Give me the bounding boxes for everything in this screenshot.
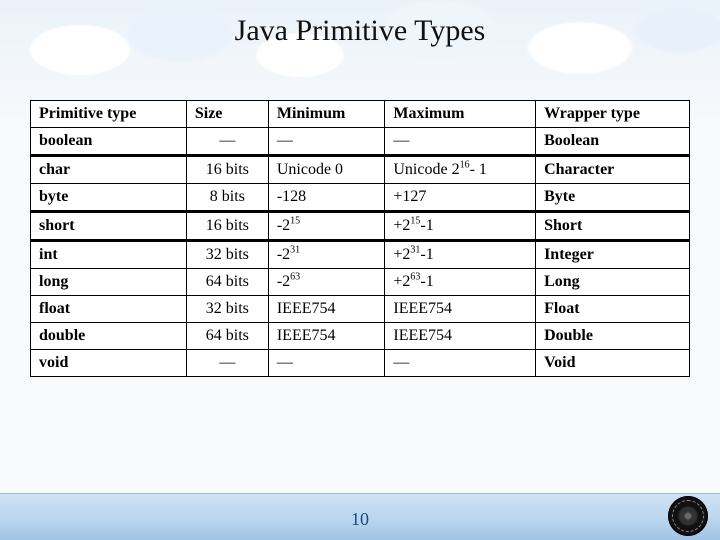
- cell-size: 64 bits: [186, 269, 268, 296]
- header-size: Size: [186, 101, 268, 128]
- cell-wrapper: Byte: [536, 184, 690, 212]
- cell-wrapper: Void: [536, 350, 690, 377]
- cell-size: 16 bits: [186, 213, 268, 241]
- cell-size: 32 bits: [186, 296, 268, 323]
- table-body: boolean———Booleanchar16 bitsUnicode 0Uni…: [31, 128, 690, 377]
- table-row: byte8 bits-128+127Byte: [31, 184, 690, 212]
- cell-type: long: [31, 269, 187, 296]
- slide: Java Primitive Types Primitive type Size…: [0, 0, 720, 540]
- cell-type: byte: [31, 184, 187, 212]
- header-primitive-type: Primitive type: [31, 101, 187, 128]
- cell-min: Unicode 0: [268, 157, 385, 184]
- cell-max: Unicode 216- 1: [385, 157, 536, 184]
- cell-wrapper: Float: [536, 296, 690, 323]
- table-row: boolean———Boolean: [31, 128, 690, 156]
- cell-type: short: [31, 213, 187, 241]
- cell-max: +263-1: [385, 269, 536, 296]
- primitive-types-table: Primitive type Size Minimum Maximum Wrap…: [30, 100, 690, 377]
- table-row: long64 bits-263+263-1Long: [31, 269, 690, 296]
- cell-max: +215-1: [385, 213, 536, 241]
- cell-min: -128: [268, 184, 385, 212]
- cell-size: —: [186, 128, 268, 156]
- header-wrapper-type: Wrapper type: [536, 101, 690, 128]
- cell-size: 32 bits: [186, 242, 268, 269]
- cell-max: IEEE754: [385, 323, 536, 350]
- table-row: double64 bitsIEEE754IEEE754Double: [31, 323, 690, 350]
- cell-size: 64 bits: [186, 323, 268, 350]
- cell-type: double: [31, 323, 187, 350]
- cell-wrapper: Boolean: [536, 128, 690, 156]
- table-row: float32 bitsIEEE754IEEE754Float: [31, 296, 690, 323]
- cell-min: -215: [268, 213, 385, 241]
- cell-min: -231: [268, 242, 385, 269]
- primitive-types-table-wrap: Primitive type Size Minimum Maximum Wrap…: [30, 100, 690, 377]
- cell-min: IEEE754: [268, 323, 385, 350]
- cell-type: char: [31, 157, 187, 184]
- cell-wrapper: Integer: [536, 242, 690, 269]
- cell-size: —: [186, 350, 268, 377]
- slide-title: Java Primitive Types: [0, 14, 720, 48]
- cell-wrapper: Long: [536, 269, 690, 296]
- header-maximum: Maximum: [385, 101, 536, 128]
- cell-wrapper: Short: [536, 213, 690, 241]
- cell-max: IEEE754: [385, 296, 536, 323]
- cell-type: int: [31, 242, 187, 269]
- page-number: 10: [0, 509, 720, 530]
- cell-wrapper: Character: [536, 157, 690, 184]
- cell-size: 16 bits: [186, 157, 268, 184]
- cell-max: +127: [385, 184, 536, 212]
- cell-min: IEEE754: [268, 296, 385, 323]
- cell-min: -263: [268, 269, 385, 296]
- cell-max: +231-1: [385, 242, 536, 269]
- table-header-row: Primitive type Size Minimum Maximum Wrap…: [31, 101, 690, 128]
- seal-icon: [668, 496, 708, 536]
- cell-max: —: [385, 128, 536, 156]
- cell-min: —: [268, 128, 385, 156]
- header-minimum: Minimum: [268, 101, 385, 128]
- table-row: short16 bits-215+215-1Short: [31, 213, 690, 241]
- table-row: char16 bitsUnicode 0Unicode 216- 1Charac…: [31, 157, 690, 184]
- cell-wrapper: Double: [536, 323, 690, 350]
- cell-type: float: [31, 296, 187, 323]
- cell-type: boolean: [31, 128, 187, 156]
- cell-size: 8 bits: [186, 184, 268, 212]
- cell-min: —: [268, 350, 385, 377]
- cell-max: —: [385, 350, 536, 377]
- cell-type: void: [31, 350, 187, 377]
- table-row: int32 bits-231+231-1Integer: [31, 242, 690, 269]
- table-row: void———Void: [31, 350, 690, 377]
